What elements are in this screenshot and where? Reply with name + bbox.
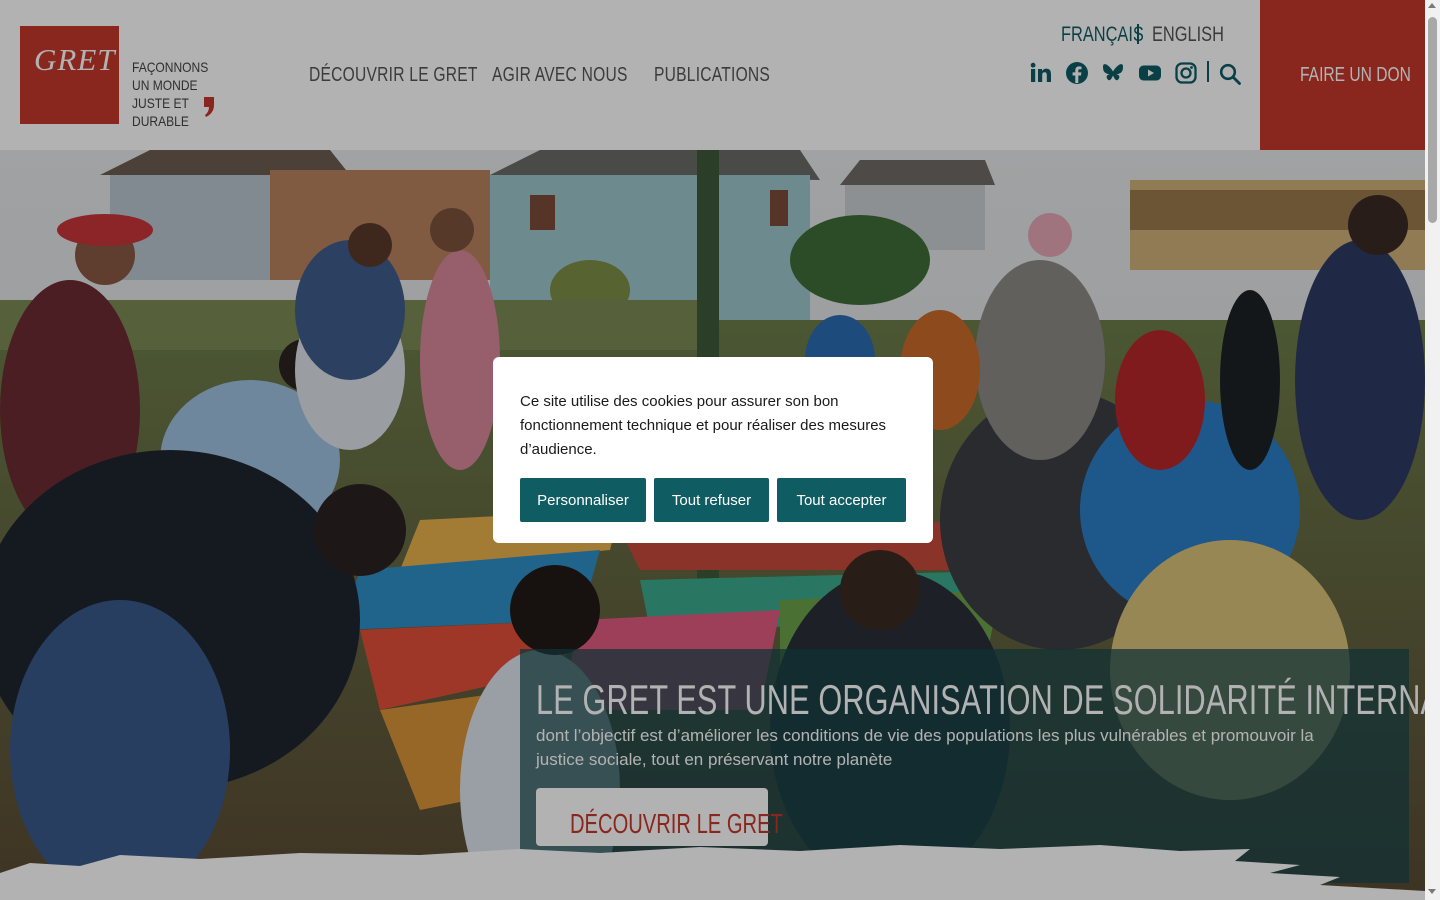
page: GRET FAÇONNONS UN MONDE JUSTE ET DURABLE… xyxy=(0,0,1425,900)
cookie-customize-button[interactable]: Personnaliser xyxy=(520,478,646,522)
cookie-text: Ce site utilise des cookies pour assurer… xyxy=(520,393,887,458)
scroll-down-arrow-icon[interactable] xyxy=(1428,889,1436,894)
scroll-thumb[interactable] xyxy=(1428,17,1437,223)
cookie-refuse-button[interactable]: Tout refuser xyxy=(654,478,769,522)
scroll-up-arrow-icon[interactable] xyxy=(1428,3,1436,8)
cookie-accept-button[interactable]: Tout accepter xyxy=(777,478,906,522)
cookie-dialog: Ce site utilise des cookies pour assurer… xyxy=(493,357,933,543)
vertical-scrollbar[interactable] xyxy=(1425,0,1440,900)
